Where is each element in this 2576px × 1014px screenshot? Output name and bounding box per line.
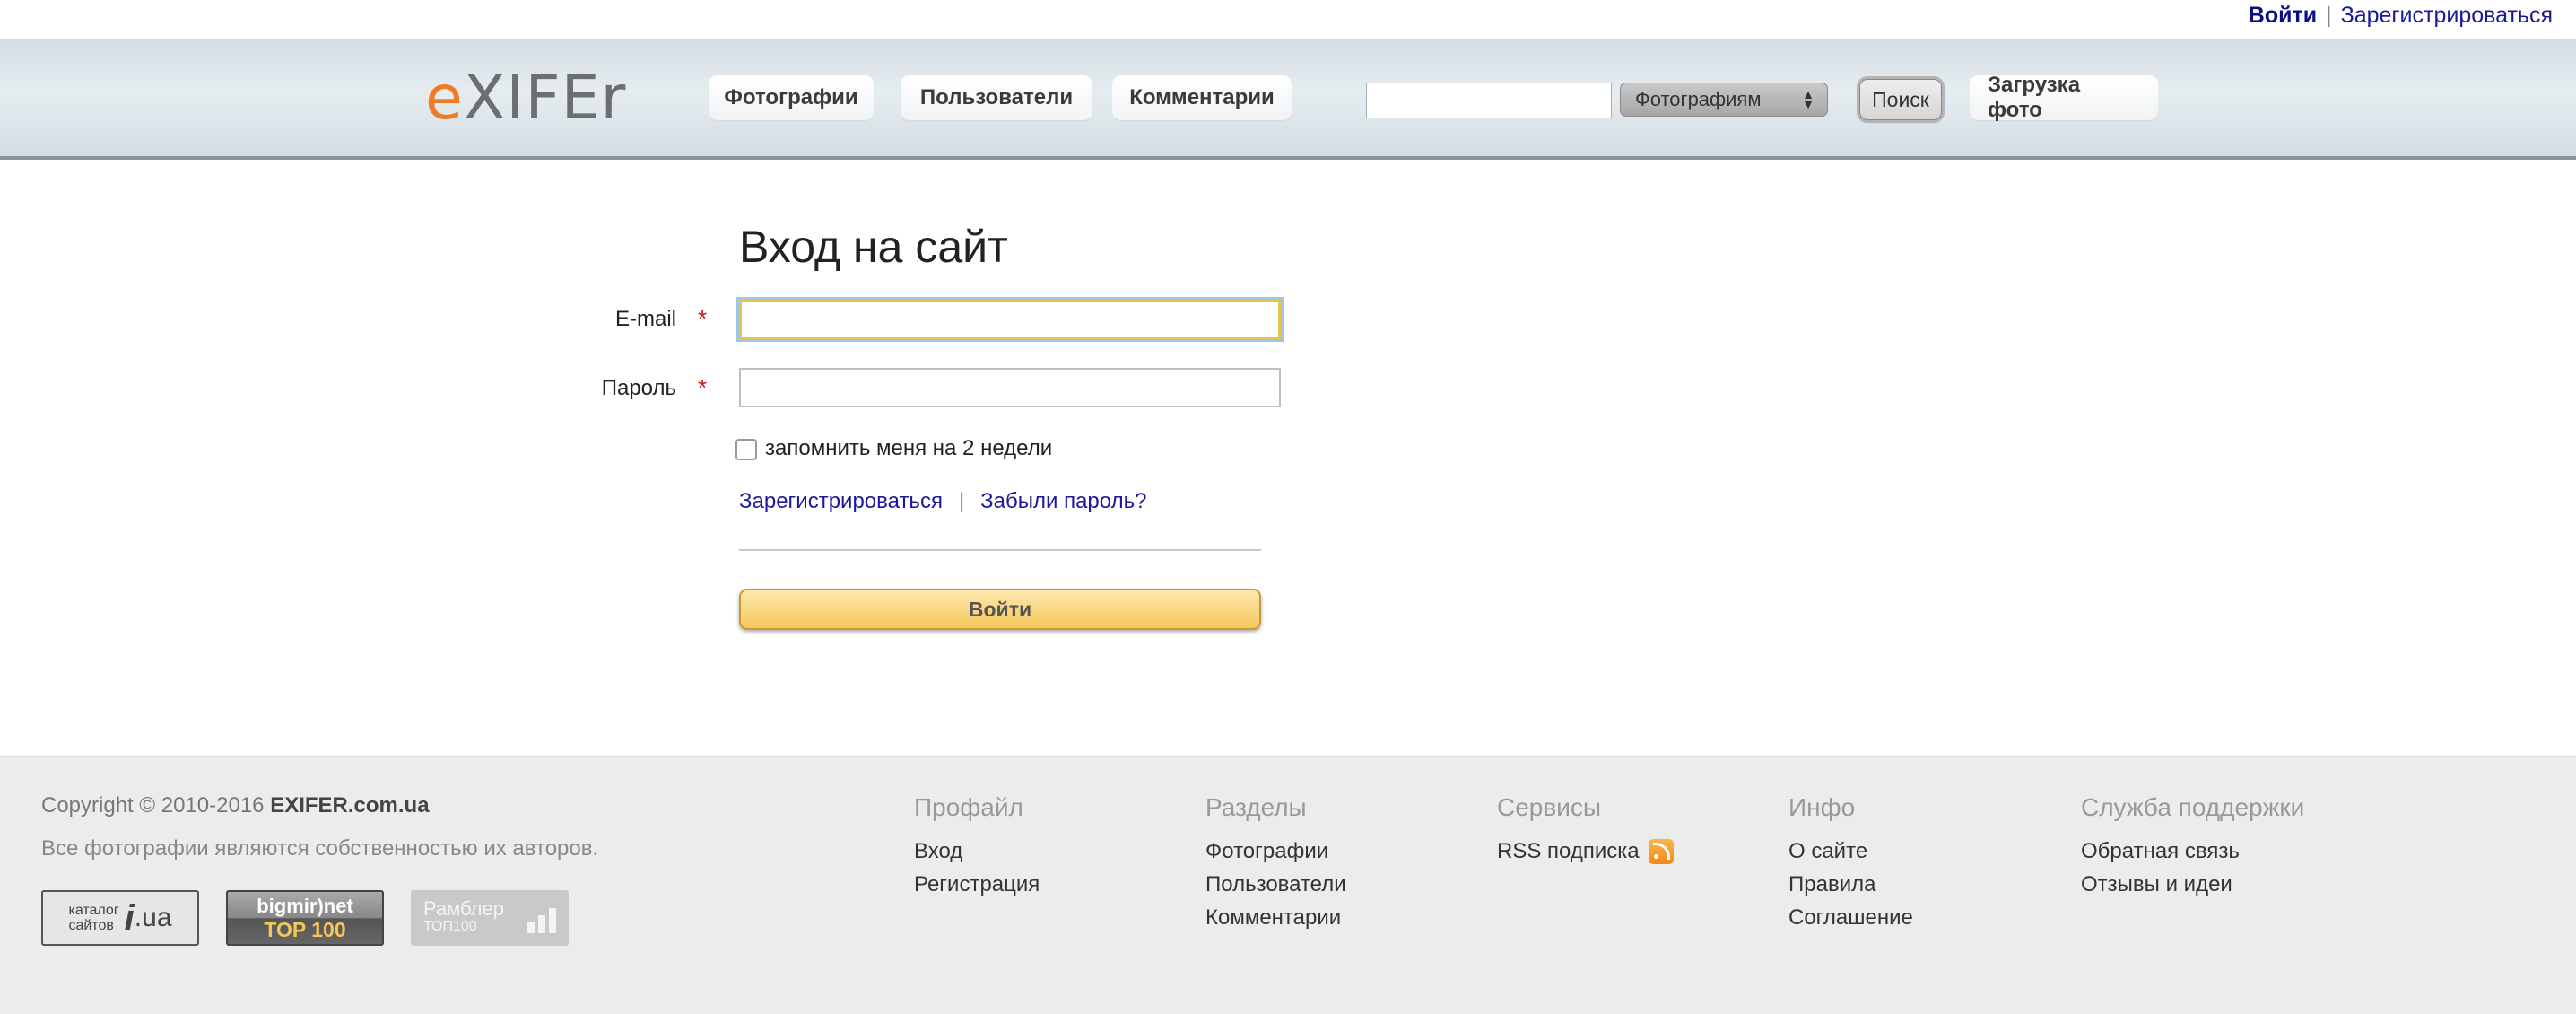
rambler-badge-top: Рамблер [423,897,504,920]
nav-users-button[interactable]: Пользователи [901,75,1092,120]
bigmir-top100-badge[interactable]: bigmir)net TOP 100 [226,890,384,946]
bigmir-badge-top: bigmir)net [257,895,353,917]
site-header: eXIFEr Фотографии Пользователи Комментар… [0,39,2576,160]
rights-notice: Все фотографии являются собственностью и… [41,836,599,861]
auth-separator: | [2326,3,2332,28]
footer-link-feedback[interactable]: Обратная связь [2081,835,2304,868]
footer-link-photos[interactable]: Фотографии [1205,835,1346,868]
search-scope-value: Фотографиям [1635,88,1762,110]
password-required-marker: * [698,374,708,401]
footer-link-comments[interactable]: Комментарии [1205,901,1346,934]
form-links: Зарегистрироваться | Забыли пароль? [739,489,1146,514]
nav-comments-button[interactable]: Комментарии [1112,75,1292,120]
copyright-text: Copyright © 2010-2016 [41,793,265,817]
footer-col-services: Сервисы RSS подписка [1497,793,1674,868]
rss-label: RSS подписка [1497,839,1640,863]
search-button[interactable]: Поиск [1859,79,1942,120]
copyright-site[interactable]: EXIFER.com.ua [270,793,429,817]
footer-link-rss[interactable]: RSS подписка [1497,835,1674,868]
footer-col-sections: Разделы Фотографии Пользователи Коммента… [1205,793,1346,934]
rambler-bars-icon [527,908,556,933]
remember-checkbox[interactable] [735,439,757,460]
top-auth-bar: Войти | Зарегистрироваться [0,0,2576,39]
logo-e: e [425,63,464,134]
footer-col-profile: Профайл Вход Регистрация [914,793,1040,901]
footer-link-users[interactable]: Пользователи [1205,868,1346,901]
footer-col-support: Служба поддержки Обратная связь Отзывы и… [2081,793,2304,901]
catalog-iua-badge[interactable]: каталог сайтов i .ua [41,890,199,946]
register-link[interactable]: Зарегистрироваться [2341,3,2553,29]
form-links-separator: | [958,489,965,513]
rss-icon[interactable] [1648,838,1674,864]
catalog-badge-caption: каталог сайтов [68,903,118,933]
auth-links: Войти | Зарегистрироваться [2249,3,2553,29]
footer-link-rules[interactable]: Правила [1788,868,1913,901]
footer-col-info: Инфо О сайте Правила Соглашение [1788,793,1913,934]
catalog-badge-line1: каталог [68,903,119,918]
site-logo[interactable]: eXIFEr [425,68,627,129]
rambler-badge-bottom: ТОП100 [423,919,477,934]
footer-link-ideas[interactable]: Отзывы и идеи [2081,868,2304,901]
rambler-top100-badge[interactable]: Рамблер ТОП100 [411,890,569,946]
login-submit-button[interactable]: Войти [739,589,1261,630]
bigmir-badge-bottom: TOP 100 [264,918,346,941]
password-field[interactable] [739,368,1281,407]
catalog-badge-i: i [124,897,135,938]
remember-label[interactable]: запомнить меня на 2 недели [765,436,1052,461]
forgot-password-link[interactable]: Забыли пароль? [980,489,1146,514]
email-field[interactable] [739,300,1281,339]
footer-col-heading: Профайл [914,793,1023,821]
footer-link-login[interactable]: Вход [914,835,1040,868]
password-label: Пароль [601,376,676,400]
catalog-badge-line2: сайтов [68,918,114,933]
search-scope-select[interactable]: Фотографиям ▲ ▼ [1620,83,1828,117]
logo-text: XIFEr [463,63,627,134]
footer-col-heading: Разделы [1205,793,1307,821]
footer-link-registration[interactable]: Регистрация [914,868,1040,901]
catalog-badge-ua: .ua [134,903,172,932]
footer-col-heading: Инфо [1788,793,1856,821]
email-required-marker: * [698,305,708,332]
select-arrows-icon: ▲ ▼ [1802,87,1815,111]
form-register-link[interactable]: Зарегистрироваться [739,489,943,514]
site-footer: Copyright © 2010-2016 EXIFER.com.ua Все … [0,756,2576,1014]
search-input[interactable] [1366,83,1612,118]
login-link[interactable]: Войти [2249,3,2317,29]
footer-col-heading: Сервисы [1497,793,1602,821]
copyright: Copyright © 2010-2016 EXIFER.com.ua [41,793,430,818]
form-divider [739,549,1261,551]
footer-link-agreement[interactable]: Соглашение [1788,901,1913,934]
footer-col-heading: Служба поддержки [2081,793,2305,821]
upload-photo-button[interactable]: Загрузка фото [1970,73,2158,122]
email-label: E-mail [614,307,676,331]
page-title: Вход на сайт [739,222,1008,272]
nav-photos-button[interactable]: Фотографии [709,75,874,120]
footer-link-about[interactable]: О сайте [1788,835,1913,868]
